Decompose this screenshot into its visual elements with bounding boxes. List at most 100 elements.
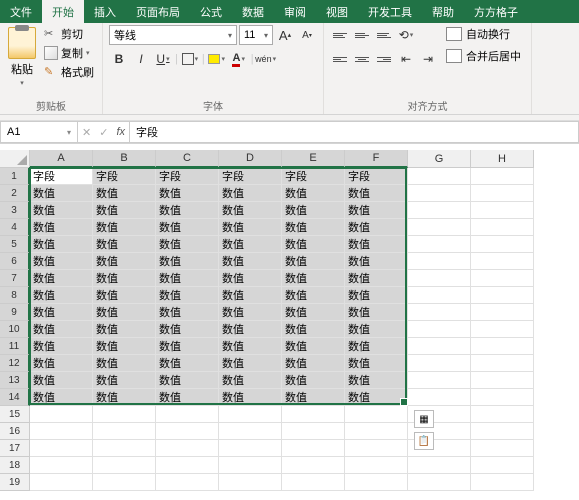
cell[interactable]: 数值 bbox=[30, 304, 93, 321]
cell[interactable] bbox=[408, 304, 471, 321]
decrease-indent-button[interactable]: ⇤ bbox=[396, 49, 416, 69]
cell[interactable] bbox=[93, 423, 156, 440]
cell[interactable] bbox=[93, 440, 156, 457]
cell[interactable]: 数值 bbox=[345, 219, 408, 236]
cell[interactable]: 数值 bbox=[219, 355, 282, 372]
cell[interactable] bbox=[345, 474, 408, 491]
cell[interactable] bbox=[408, 253, 471, 270]
row-header[interactable]: 9 bbox=[0, 304, 30, 321]
cancel-icon[interactable]: ✕ bbox=[82, 126, 91, 139]
cell[interactable]: 数值 bbox=[219, 236, 282, 253]
cell[interactable]: 数值 bbox=[30, 270, 93, 287]
cell[interactable]: 数值 bbox=[345, 372, 408, 389]
underline-button[interactable]: U bbox=[153, 49, 173, 69]
cell[interactable] bbox=[471, 202, 534, 219]
cell[interactable]: 数值 bbox=[345, 202, 408, 219]
select-all-button[interactable] bbox=[0, 150, 30, 168]
cell[interactable] bbox=[471, 236, 534, 253]
cell[interactable]: 数值 bbox=[30, 321, 93, 338]
cell[interactable]: 数值 bbox=[156, 287, 219, 304]
font-color-button[interactable]: A bbox=[229, 49, 249, 69]
cell[interactable] bbox=[219, 406, 282, 423]
cell[interactable] bbox=[471, 253, 534, 270]
cell[interactable]: 数值 bbox=[156, 270, 219, 287]
row-header[interactable]: 1 bbox=[0, 168, 30, 185]
cell[interactable]: 数值 bbox=[156, 355, 219, 372]
cell[interactable]: 数值 bbox=[345, 355, 408, 372]
cell[interactable]: 数值 bbox=[219, 202, 282, 219]
cell[interactable] bbox=[471, 474, 534, 491]
cell[interactable] bbox=[471, 321, 534, 338]
cell[interactable]: 数值 bbox=[345, 236, 408, 253]
cell[interactable]: 数值 bbox=[282, 270, 345, 287]
cell[interactable] bbox=[408, 236, 471, 253]
cell[interactable]: 字段 bbox=[345, 168, 408, 185]
cell[interactable]: 数值 bbox=[93, 372, 156, 389]
merge-center-button[interactable]: 合并后居中 bbox=[442, 47, 525, 65]
cell[interactable] bbox=[282, 423, 345, 440]
row-header[interactable]: 8 bbox=[0, 287, 30, 304]
format-painter-button[interactable]: ✎ 格式刷 bbox=[42, 63, 96, 81]
align-center-button[interactable] bbox=[352, 49, 372, 69]
cell[interactable]: 数值 bbox=[219, 287, 282, 304]
row-header[interactable]: 11 bbox=[0, 338, 30, 355]
cell[interactable] bbox=[408, 389, 471, 406]
menu-tab-6[interactable]: 审阅 bbox=[274, 0, 316, 23]
cell[interactable]: 数值 bbox=[30, 287, 93, 304]
column-header[interactable]: H bbox=[471, 150, 534, 168]
cell[interactable]: 数值 bbox=[93, 253, 156, 270]
cell[interactable]: 数值 bbox=[93, 389, 156, 406]
fill-color-button[interactable] bbox=[207, 49, 227, 69]
menu-tab-2[interactable]: 插入 bbox=[84, 0, 126, 23]
increase-font-button[interactable]: A▴ bbox=[275, 25, 295, 45]
cell[interactable] bbox=[408, 321, 471, 338]
cell[interactable] bbox=[156, 406, 219, 423]
cell[interactable] bbox=[219, 457, 282, 474]
row-header[interactable]: 12 bbox=[0, 355, 30, 372]
column-header[interactable]: C bbox=[156, 150, 219, 168]
cell[interactable]: 数值 bbox=[93, 219, 156, 236]
cell[interactable]: 数值 bbox=[282, 287, 345, 304]
column-header[interactable]: F bbox=[345, 150, 408, 168]
cell[interactable] bbox=[408, 168, 471, 185]
cell[interactable] bbox=[30, 457, 93, 474]
cell[interactable]: 数值 bbox=[156, 304, 219, 321]
cell[interactable]: 数值 bbox=[345, 389, 408, 406]
cell[interactable]: 数值 bbox=[156, 389, 219, 406]
cell[interactable]: 数值 bbox=[93, 185, 156, 202]
cell[interactable] bbox=[471, 372, 534, 389]
cell[interactable]: 数值 bbox=[219, 185, 282, 202]
cell[interactable]: 数值 bbox=[30, 202, 93, 219]
cell[interactable]: 数值 bbox=[219, 321, 282, 338]
paste-options-button[interactable]: 📋 bbox=[414, 432, 434, 450]
row-header[interactable]: 2 bbox=[0, 185, 30, 202]
row-header[interactable]: 5 bbox=[0, 236, 30, 253]
paste-button[interactable]: 粘贴 ▾ bbox=[6, 25, 38, 89]
cell[interactable] bbox=[471, 185, 534, 202]
cell[interactable]: 数值 bbox=[156, 219, 219, 236]
cell[interactable]: 数值 bbox=[156, 321, 219, 338]
column-header[interactable]: D bbox=[219, 150, 282, 168]
font-name-combo[interactable]: 等线▾ bbox=[109, 25, 237, 45]
confirm-icon[interactable]: ✓ bbox=[99, 126, 108, 139]
cell[interactable] bbox=[408, 338, 471, 355]
cell[interactable]: 数值 bbox=[93, 287, 156, 304]
cell[interactable] bbox=[471, 270, 534, 287]
cell[interactable] bbox=[156, 474, 219, 491]
italic-button[interactable]: I bbox=[131, 49, 151, 69]
cell[interactable] bbox=[408, 372, 471, 389]
cell[interactable]: 字段 bbox=[282, 168, 345, 185]
cell[interactable] bbox=[345, 423, 408, 440]
cell[interactable]: 数值 bbox=[30, 236, 93, 253]
cell[interactable] bbox=[471, 219, 534, 236]
cell[interactable] bbox=[408, 219, 471, 236]
cell[interactable] bbox=[345, 457, 408, 474]
cell[interactable]: 数值 bbox=[30, 338, 93, 355]
cell[interactable]: 数值 bbox=[345, 287, 408, 304]
cell[interactable]: 字段 bbox=[156, 168, 219, 185]
cell[interactable] bbox=[93, 406, 156, 423]
menu-tab-9[interactable]: 帮助 bbox=[422, 0, 464, 23]
cell[interactable]: 数值 bbox=[30, 355, 93, 372]
cell[interactable]: 数值 bbox=[156, 338, 219, 355]
row-header[interactable]: 10 bbox=[0, 321, 30, 338]
